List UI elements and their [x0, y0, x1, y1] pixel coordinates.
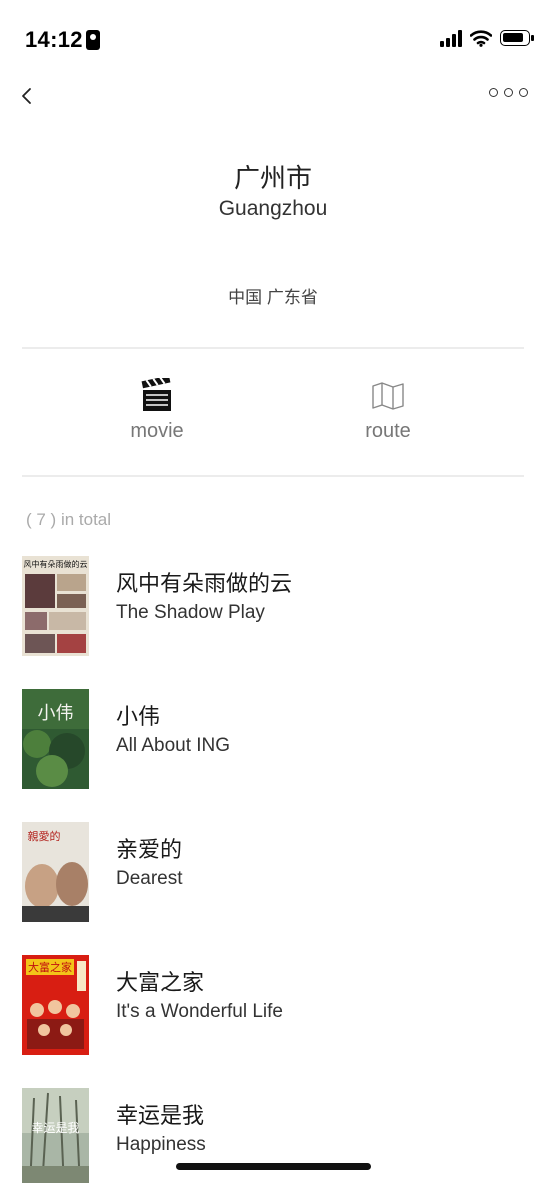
wifi-icon — [470, 29, 492, 47]
movie-title-english: All About ING — [116, 735, 231, 756]
tab-movie-label: movie — [130, 420, 184, 442]
battery-icon — [500, 30, 534, 46]
poster-text: 大富之家 — [28, 960, 72, 974]
status-bar: 14:12 — [0, 0, 546, 80]
region-label: 中国 广东省 — [228, 288, 318, 307]
movie-title-chinese: 风中有朵雨做的云 — [116, 571, 293, 596]
divider — [22, 475, 524, 477]
poster-text: 风中有朵雨做的云 — [24, 559, 88, 569]
movie-title-chinese: 幸运是我 — [116, 1103, 205, 1128]
tab-route[interactable]: route — [318, 378, 458, 443]
tab-movie[interactable]: movie — [87, 378, 227, 443]
more-dot-icon — [489, 88, 498, 97]
movie-title-chinese: 亲爱的 — [116, 837, 183, 862]
movie-poster: 风中有朵雨做的云 — [22, 556, 89, 656]
movie-poster: 親愛的 — [22, 822, 89, 922]
movie-poster: 幸运是我 — [22, 1088, 89, 1183]
home-indicator[interactable] — [176, 1163, 371, 1170]
city-name-chinese: 广州市 — [233, 163, 312, 193]
divider — [22, 347, 524, 349]
more-dot-icon — [504, 88, 513, 97]
poster-text: 幸运是我 — [31, 1121, 79, 1135]
cellular-signal-icon — [440, 29, 462, 47]
contact-card-icon — [86, 30, 100, 50]
status-indicators — [440, 29, 534, 47]
list-item[interactable]: 大富之家 大富之家 It's a Wonderful Life — [0, 955, 546, 1055]
poster-text: 親愛的 — [28, 829, 61, 843]
more-options-button[interactable] — [489, 88, 528, 97]
status-time: 14:12 — [25, 27, 83, 52]
map-icon — [372, 382, 404, 410]
movie-title-english: Dearest — [116, 868, 183, 889]
back-button[interactable] — [16, 82, 40, 110]
movie-title-english: Happiness — [116, 1134, 206, 1155]
movie-title-english: The Shadow Play — [116, 602, 265, 623]
list-item[interactable]: 小伟 小伟 All About ING — [0, 689, 546, 789]
tab-route-label: route — [365, 420, 411, 442]
clapperboard-icon — [141, 378, 171, 411]
more-dot-icon — [519, 88, 528, 97]
total-count: ( 7 ) in total — [26, 510, 112, 529]
movie-title-chinese: 大富之家 — [116, 970, 205, 995]
list-item[interactable]: 风中有朵雨做的云 风中有朵雨做的云 The Shadow Play — [0, 556, 546, 656]
poster-text: 小伟 — [38, 703, 74, 724]
movie-title-english: It's a Wonderful Life — [116, 1001, 283, 1022]
list-item[interactable]: 親愛的 亲爱的 Dearest — [0, 822, 546, 922]
city-name-english: Guangzhou — [218, 197, 328, 220]
movie-poster: 大富之家 — [22, 955, 89, 1055]
chevron-left-icon — [22, 88, 31, 104]
movie-poster: 小伟 — [22, 689, 89, 789]
movie-title-chinese: 小伟 — [116, 704, 161, 729]
